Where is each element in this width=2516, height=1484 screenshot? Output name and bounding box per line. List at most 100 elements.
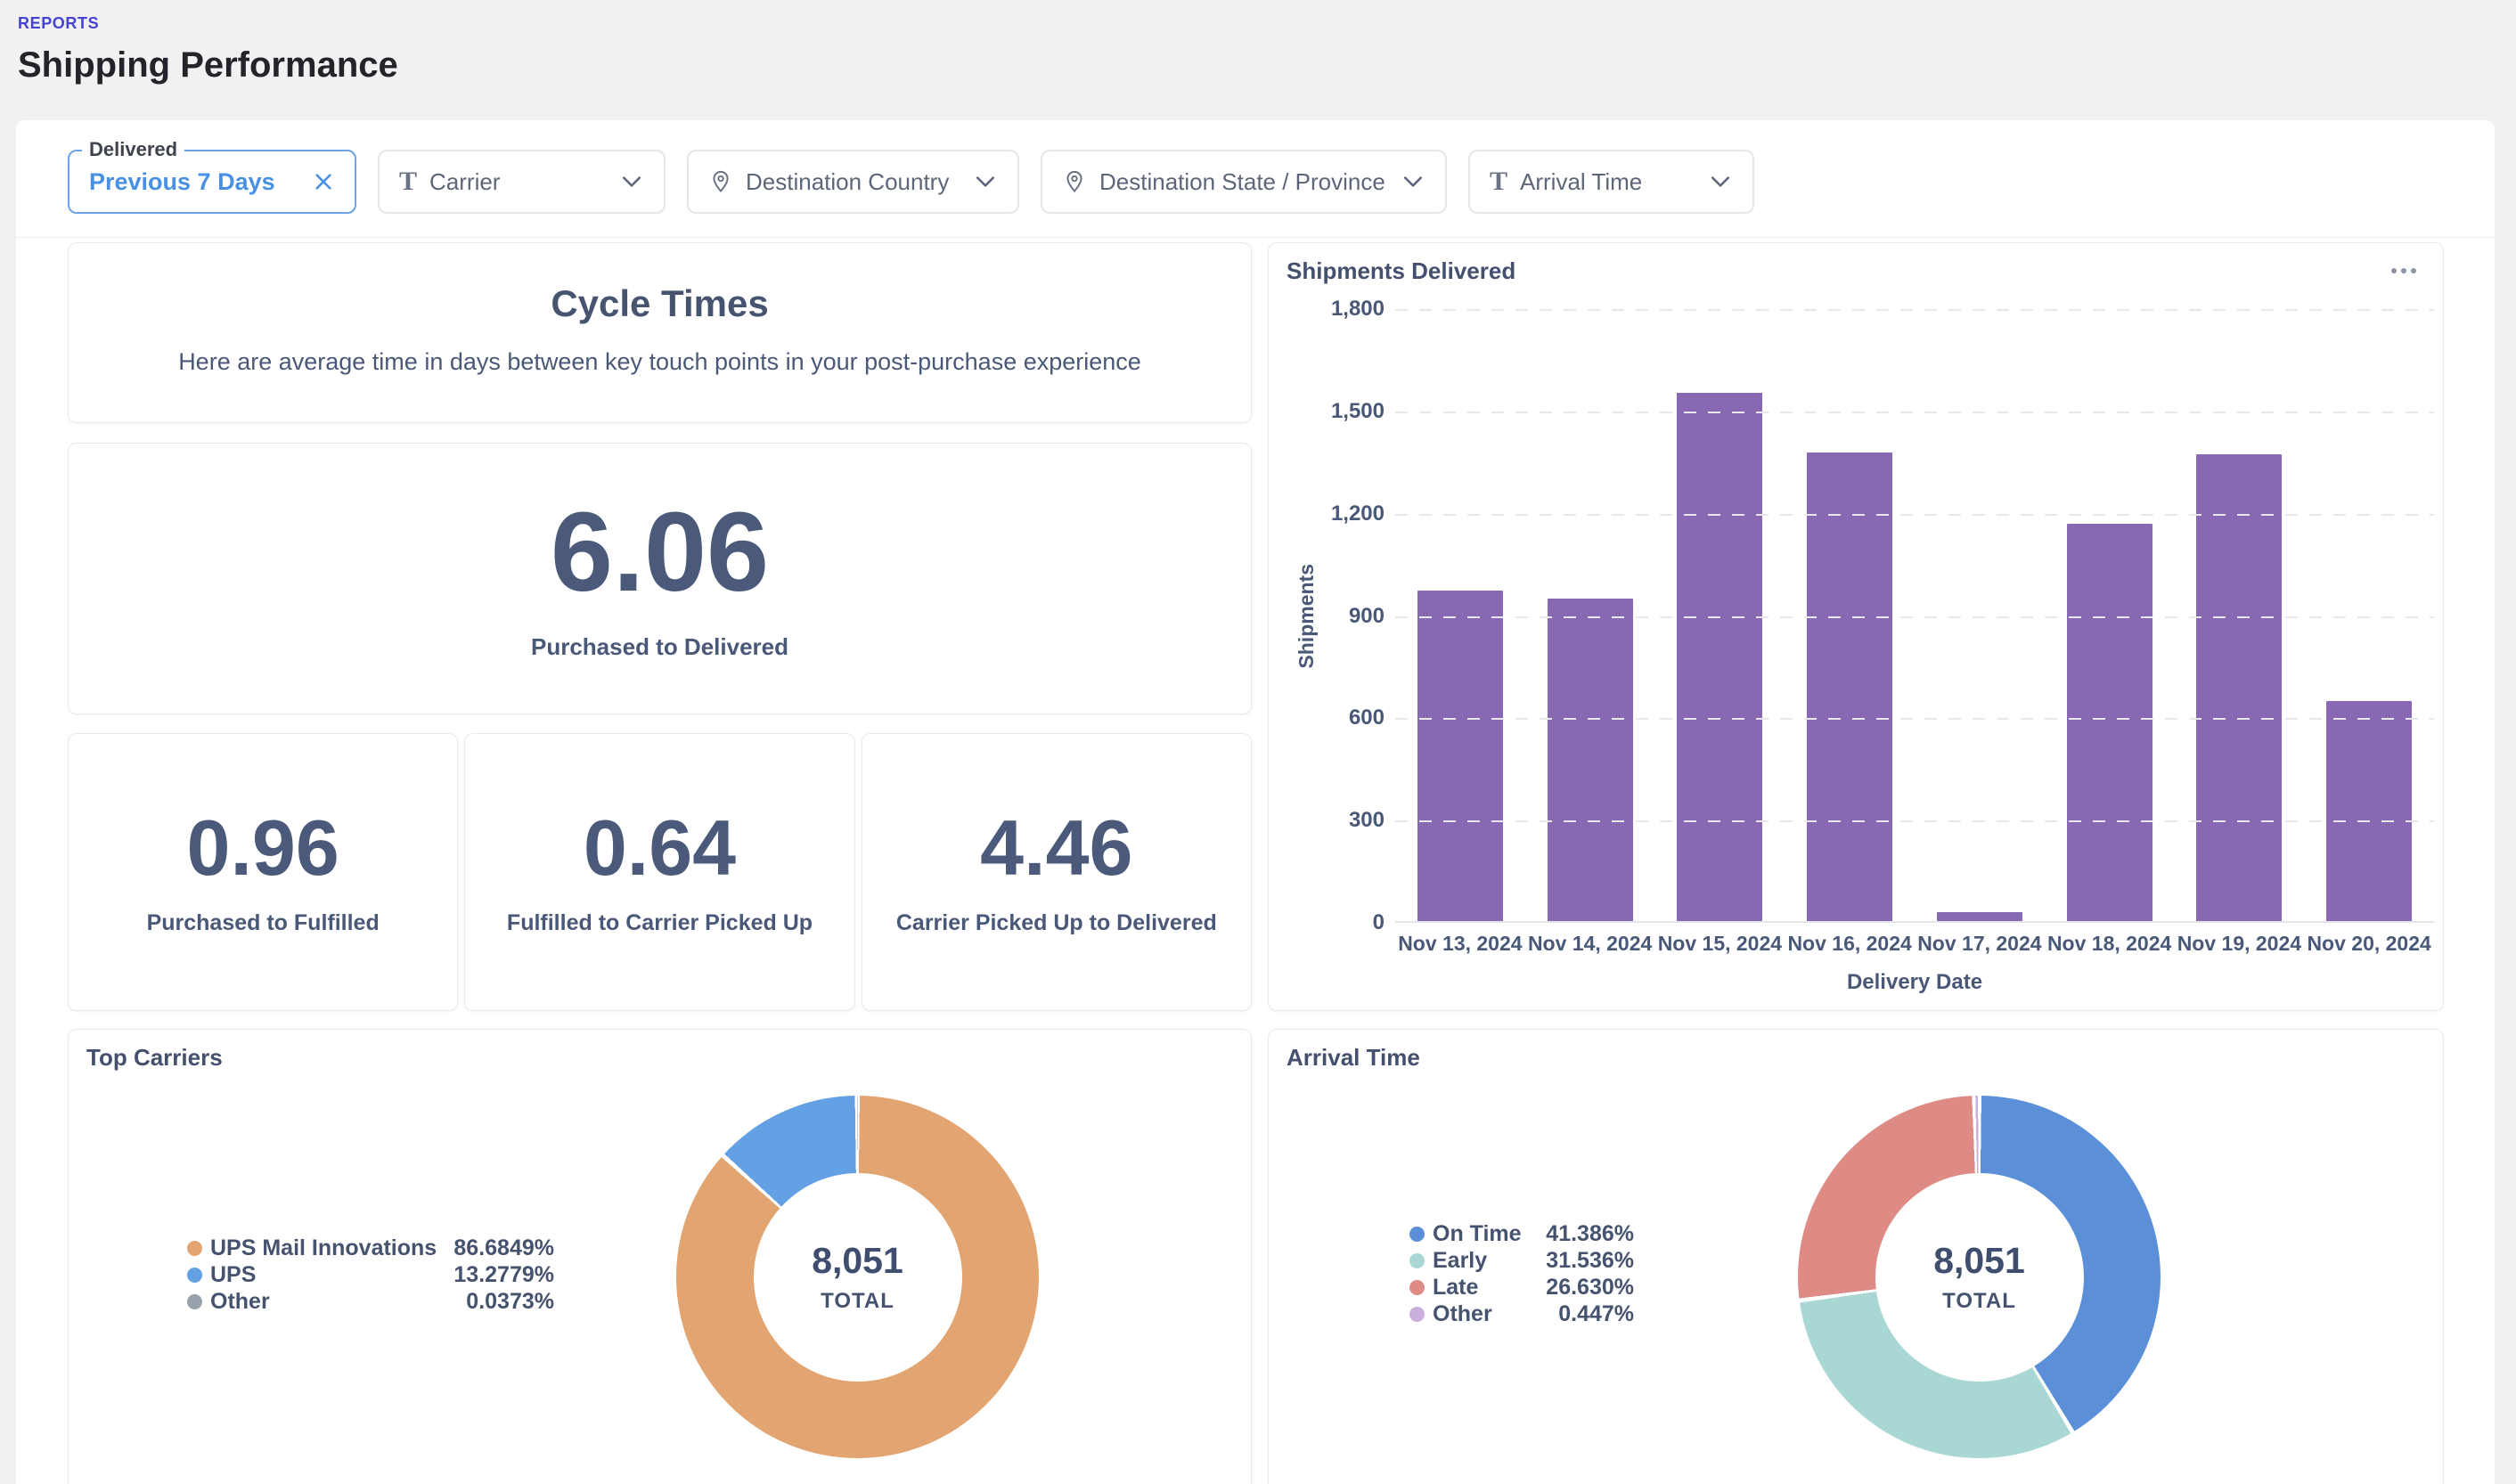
legend-dot-icon xyxy=(187,1241,202,1256)
arrival-time-card: Arrival Time On Time41.386%Early31.536%L… xyxy=(1268,1029,2444,1484)
dashboard-grid: Cycle Times Here are average time in day… xyxy=(16,238,2495,1484)
y-tick-label: 1,200 xyxy=(1331,501,1385,526)
y-tick-label: 300 xyxy=(1349,808,1385,833)
close-icon[interactable] xyxy=(312,170,335,193)
purchased-to-delivered-value: 6.06 xyxy=(551,496,769,608)
bar-plot xyxy=(1395,309,2434,923)
chevron-down-icon xyxy=(973,169,998,194)
metric-value: 0.64 xyxy=(584,809,736,887)
bar[interactable] xyxy=(2196,454,2282,921)
filter-bar: Delivered Previous 7 Days T Carrier Dest… xyxy=(16,120,2495,238)
bar[interactable] xyxy=(1417,591,1503,921)
arrival-time-legend: On Time41.386%Early31.536%Late26.630%Oth… xyxy=(1409,1220,1634,1327)
more-dots-icon xyxy=(2391,268,2397,273)
x-tick-label: Nov 20, 2024 xyxy=(2304,932,2434,956)
legend-percentage: 0.447% xyxy=(1558,1301,1634,1327)
donut-total-value: 8,051 xyxy=(812,1240,903,1282)
legend-label: Late xyxy=(1433,1275,1478,1301)
y-tick-label: 0 xyxy=(1373,910,1385,935)
metric-label: Purchased to Fulfilled xyxy=(147,910,380,936)
filter-chip-carrier[interactable]: T Carrier xyxy=(378,150,666,214)
y-tick-label: 600 xyxy=(1349,705,1385,730)
bar-slot xyxy=(2304,309,2434,921)
purchased-to-delivered-card: 6.06 Purchased to Delivered xyxy=(68,443,1252,714)
bar-slot xyxy=(1915,309,2045,921)
legend-label: Early xyxy=(1433,1248,1487,1274)
more-dots-icon xyxy=(2401,268,2406,273)
bar-slot xyxy=(1395,309,1525,921)
top-carriers-title: Top Carriers xyxy=(86,1044,1251,1072)
text-icon: T xyxy=(399,168,417,195)
donut-total-label: TOTAL xyxy=(821,1289,894,1314)
legend-percentage: 31.536% xyxy=(1546,1248,1634,1274)
gridline xyxy=(1395,412,2434,413)
bars xyxy=(1395,309,2434,921)
filter-chip-arrival-time[interactable]: T Arrival Time xyxy=(1468,150,1754,214)
cycle-times-title: Cycle Times xyxy=(69,282,1251,325)
x-axis-title: Delivery Date xyxy=(1395,970,2434,995)
legend-label: Other xyxy=(210,1289,270,1315)
breadcrumb[interactable]: REPORTS xyxy=(18,14,99,33)
bar[interactable] xyxy=(1677,393,1762,921)
metric-value: 4.46 xyxy=(980,809,1132,887)
legend-dot-icon xyxy=(187,1294,202,1309)
purchased-to-fulfilled-card: 0.96 Purchased to Fulfilled xyxy=(68,733,458,1011)
bar-slot xyxy=(1655,309,1785,921)
top-carriers-donut-chart[interactable]: 8,051 TOTAL xyxy=(676,1096,1039,1458)
metric-value: 0.96 xyxy=(187,809,339,887)
shipments-delivered-title: Shipments Delivered xyxy=(1287,257,2429,285)
legend-item[interactable]: Early 31.536% xyxy=(1409,1247,1634,1274)
x-axis-ticks: Nov 13, 2024Nov 14, 2024Nov 15, 2024Nov … xyxy=(1395,923,2434,956)
bar[interactable] xyxy=(2326,701,2412,921)
filter-chip-delivered[interactable]: Delivered Previous 7 Days xyxy=(68,150,356,214)
x-tick-label: Nov 15, 2024 xyxy=(1655,932,1785,956)
bar[interactable] xyxy=(1548,599,1633,921)
bar[interactable] xyxy=(1807,453,1892,921)
page-title: Shipping Performance xyxy=(18,45,2516,86)
top-carriers-legend: UPS Mail Innovations 86.6849%UPS13.2779%O… xyxy=(187,1235,554,1315)
legend-item[interactable]: UPS Mail Innovations 86.6849% xyxy=(187,1235,554,1261)
cycle-times-card: Cycle Times Here are average time in day… xyxy=(68,242,1252,423)
x-tick-label: Nov 13, 2024 xyxy=(1395,932,1525,956)
filter-chip-arrival-time-label: Arrival Time xyxy=(1520,168,1642,196)
metric-label: Fulfilled to Carrier Picked Up xyxy=(507,910,813,936)
y-axis-title: Shipments xyxy=(1287,309,1326,923)
legend-label: UPS xyxy=(210,1262,256,1288)
bar[interactable] xyxy=(2067,524,2152,921)
filter-chip-destination-state[interactable]: Destination State / Province xyxy=(1041,150,1447,214)
arrival-time-donut-chart[interactable]: 8,051 TOTAL xyxy=(1798,1096,2161,1458)
filter-chip-carrier-label: Carrier xyxy=(429,168,500,196)
legend-item[interactable]: Other 0.0373% xyxy=(187,1288,554,1315)
bar-chart: Shipments 03006009001,2001,5001,800 xyxy=(1287,309,2429,923)
bar-slot xyxy=(1785,309,1915,921)
legend-label: UPS Mail Innovations xyxy=(210,1235,437,1261)
legend-dot-icon xyxy=(1409,1227,1425,1242)
filter-chip-destination-country[interactable]: Destination Country xyxy=(687,150,1019,214)
chevron-down-icon xyxy=(1401,169,1425,194)
legend-label: On Time xyxy=(1433,1221,1522,1247)
legend-item[interactable]: Late 26.630% xyxy=(1409,1274,1634,1301)
location-pin-icon xyxy=(1062,169,1087,194)
legend-percentage: 0.0373% xyxy=(466,1289,554,1315)
filter-chip-destination-state-label: Destination State / Province xyxy=(1099,168,1385,196)
arrival-time-title: Arrival Time xyxy=(1287,1044,2443,1072)
bar-slot xyxy=(2045,309,2175,921)
bar-slot xyxy=(1525,309,1655,921)
cycle-times-subtitle: Here are average time in days between ke… xyxy=(69,348,1251,376)
metric-label: Carrier Picked Up to Delivered xyxy=(896,910,1217,936)
legend-item[interactable]: Other 0.447% xyxy=(1409,1301,1634,1327)
gridline xyxy=(1395,309,2434,311)
location-pin-icon xyxy=(708,169,733,194)
chevron-down-icon xyxy=(619,169,644,194)
bar[interactable] xyxy=(1937,912,2022,921)
y-tick-label: 1,500 xyxy=(1331,399,1385,424)
legend-label: Other xyxy=(1433,1301,1492,1327)
legend-percentage: 86.6849% xyxy=(453,1235,554,1261)
donut-total-label: TOTAL xyxy=(1942,1289,2016,1314)
metric-row: 0.96 Purchased to Fulfilled 0.64 Fulfill… xyxy=(68,733,1252,1011)
legend-item[interactable]: UPS13.2779% xyxy=(187,1261,554,1288)
legend-percentage: 26.630% xyxy=(1546,1275,1634,1301)
legend-item[interactable]: On Time41.386% xyxy=(1409,1220,1634,1247)
more-menu-button[interactable] xyxy=(2388,265,2420,277)
fulfilled-to-pickup-card: 0.64 Fulfilled to Carrier Picked Up xyxy=(464,733,854,1011)
